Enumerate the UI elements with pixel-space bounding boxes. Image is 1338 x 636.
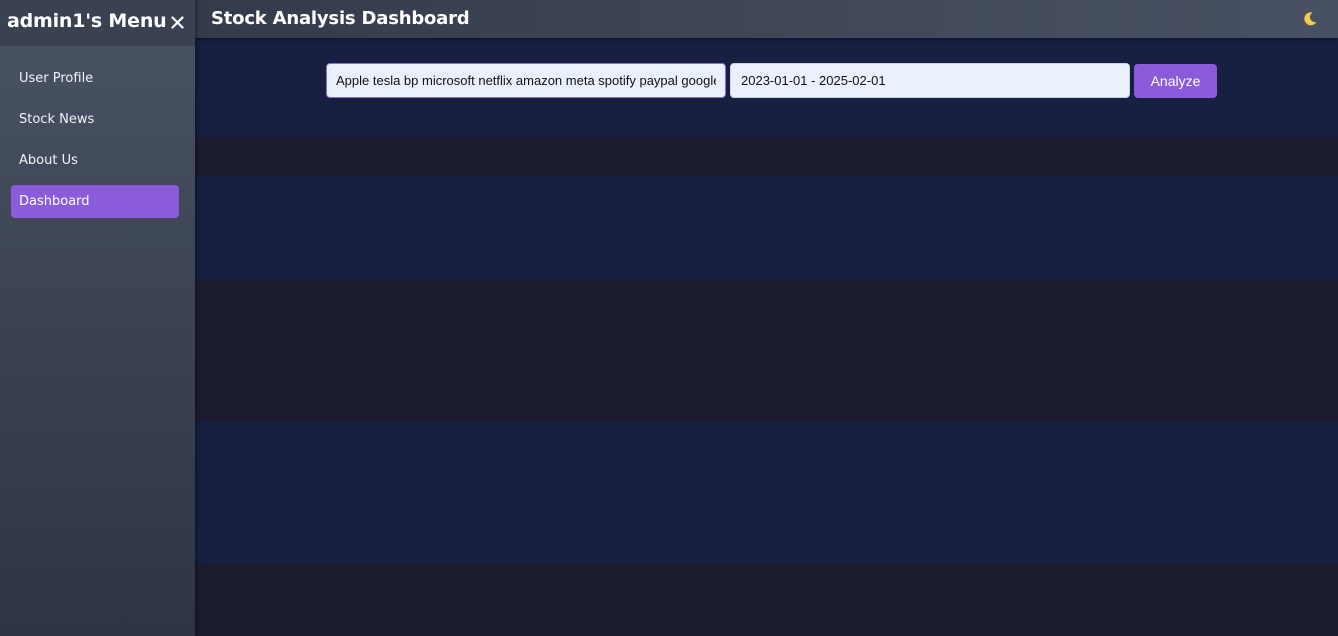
- top-header: Stock Analysis Dashboard: [195, 0, 1338, 38]
- sidebar-nav: User Profile Stock News About Us Dashboa…: [11, 62, 179, 226]
- main-content: Analyze: [195, 38, 1338, 636]
- sidebar-item-label: Stock News: [19, 112, 95, 127]
- sidebar-item-label: About Us: [19, 153, 78, 168]
- content-band: [195, 137, 1338, 176]
- page-title: Stock Analysis Dashboard: [211, 8, 470, 29]
- moon-icon: [1304, 12, 1317, 26]
- analyze-button[interactable]: Analyze: [1134, 63, 1217, 98]
- date-range-input[interactable]: [730, 63, 1130, 98]
- sidebar-item-label: User Profile: [19, 71, 94, 86]
- sidebar-title: admin1's Menu: [7, 10, 167, 32]
- close-icon: [170, 15, 184, 29]
- app-root: Analyze Stock Analysis Dashboard admin1'…: [0, 0, 1338, 636]
- theme-toggle-button[interactable]: [1300, 9, 1320, 29]
- sidebar-item-user-profile[interactable]: User Profile: [11, 62, 179, 95]
- content-band: [195, 176, 1338, 280]
- analysis-controls: Analyze: [326, 63, 1217, 98]
- sidebar-item-stock-news[interactable]: Stock News: [11, 103, 179, 136]
- content-band: [195, 422, 1338, 564]
- content-band: [195, 280, 1338, 422]
- sidebar-item-about-us[interactable]: About Us: [11, 144, 179, 177]
- content-band: [195, 564, 1338, 636]
- sidebar-item-dashboard[interactable]: Dashboard: [11, 185, 179, 218]
- tickers-input[interactable]: [326, 63, 726, 98]
- sidebar: admin1's Menu User Profile Stock News Ab…: [0, 0, 195, 636]
- close-sidebar-button[interactable]: [166, 10, 188, 34]
- sidebar-header: admin1's Menu: [0, 0, 195, 46]
- sidebar-item-label: Dashboard: [19, 194, 90, 209]
